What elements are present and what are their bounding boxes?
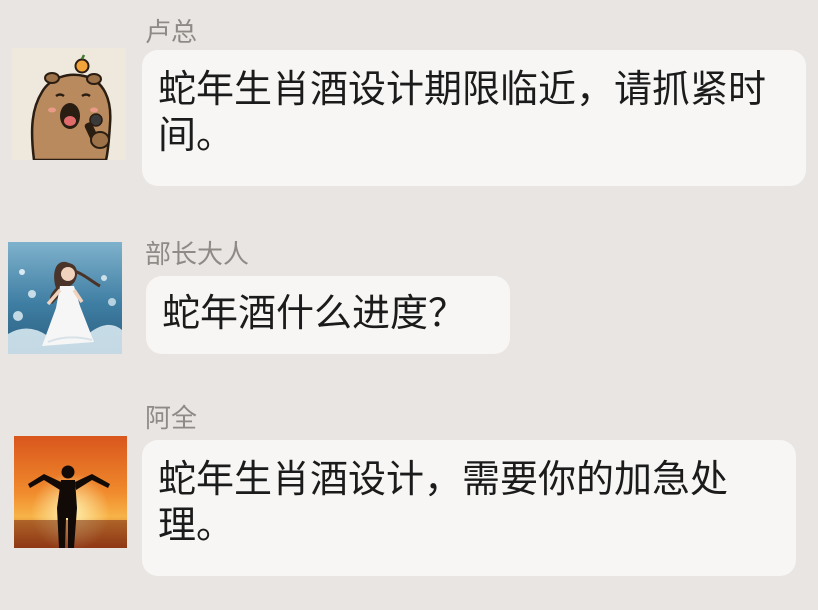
message-bubble[interactable]: 蛇年酒什么进度？ <box>146 276 510 354</box>
sender-name: 阿全 <box>145 404 198 434</box>
sender-name: 部长大人 <box>145 240 250 270</box>
sunset-silhouette-avatar[interactable] <box>14 436 127 548</box>
message-text: 蛇年酒什么进度？ <box>162 291 467 335</box>
sunset-silhouette-icon <box>14 436 127 548</box>
chat-screen: { "messages": [ { "sender": "卢总", "avata… <box>0 0 818 610</box>
girl-seaside-avatar[interactable] <box>8 242 122 354</box>
message-bubble[interactable]: 蛇年生肖酒设计期限临近，请抓紧时间。 <box>142 50 806 186</box>
message-bubble[interactable]: 蛇年生肖酒设计，需要你的加急处理。 <box>142 440 796 576</box>
message-text: 蛇年生肖酒设计，需要你的加急处理。 <box>158 457 729 547</box>
capybara-avatar[interactable] <box>12 48 126 160</box>
message-text: 蛇年生肖酒设计期限临近，请抓紧时间。 <box>158 67 767 157</box>
capybara-icon <box>12 48 126 160</box>
sender-name: 卢总 <box>145 18 198 48</box>
girl-seaside-icon <box>8 242 122 354</box>
